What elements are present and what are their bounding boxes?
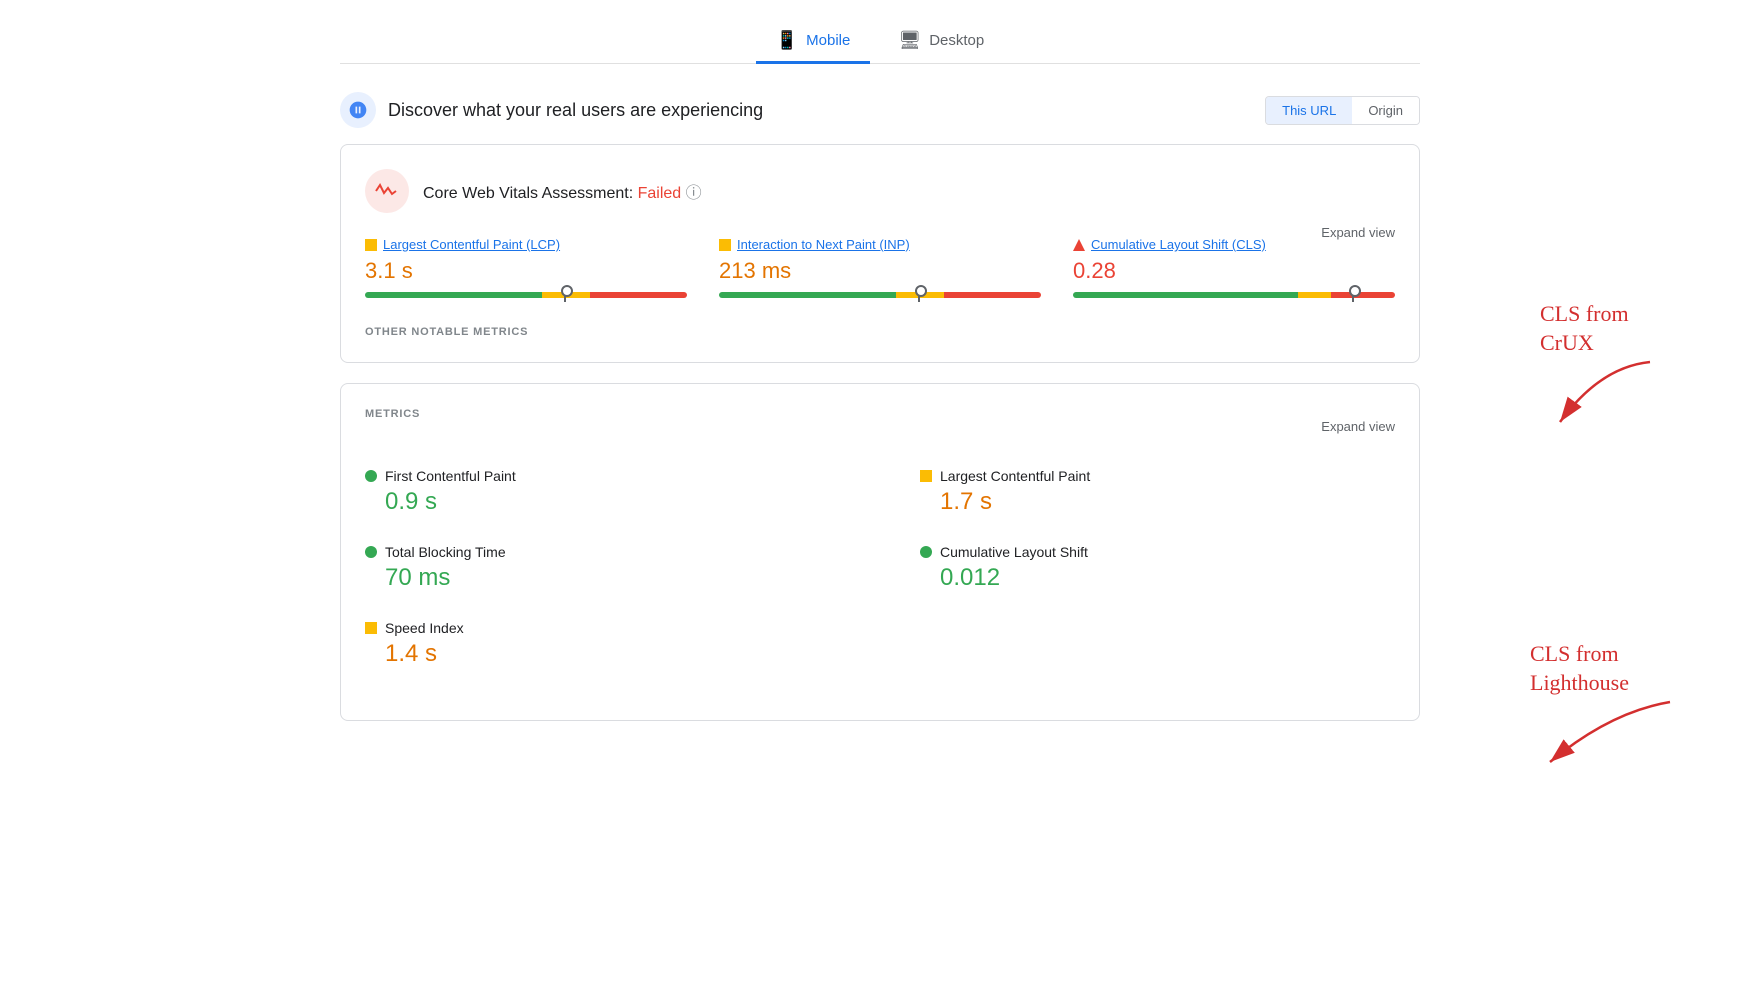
cls2-name-row: Cumulative Layout Shift (920, 544, 1395, 560)
lighthouse-arrow (1530, 697, 1680, 777)
lcp2-name-row: Largest Contentful Paint (920, 468, 1395, 484)
tbt-name: Total Blocking Time (385, 544, 506, 560)
cls2-name: Cumulative Layout Shift (940, 544, 1088, 560)
lighthouse-metrics-grid: First Contentful Paint 0.9 s Largest Con… (365, 468, 1395, 696)
metrics-card-header: METRICS (365, 408, 420, 420)
tab-desktop[interactable]: 🖥 Desktop (878, 20, 1004, 64)
lcp2-value: 1.7 s (920, 488, 1395, 516)
cls2-dot (920, 546, 932, 558)
lcp-bar (365, 292, 687, 298)
lighthouse-metrics-card: METRICS Expand view First Contentful Pai… (340, 383, 1420, 721)
section-icon (340, 92, 376, 128)
fcp-dot (365, 470, 377, 482)
tbt-value: 70 ms (365, 564, 880, 592)
lcp2-dot (920, 470, 932, 482)
cwv-status: Failed (638, 185, 682, 202)
si-dot (365, 622, 377, 634)
section-header: Discover what your real users are experi… (340, 92, 1420, 128)
section-title-row: Discover what your real users are experi… (340, 92, 763, 128)
lcp-value: 3.1 s (365, 258, 687, 284)
metrics-expand-link[interactable]: Expand view (1321, 419, 1395, 434)
cwv-header: Core Web Vitals Assessment: Failed ⓘ (365, 169, 1395, 213)
crux-annotation-text: CLS fromCrUX (1540, 300, 1660, 357)
inp-metric: Interaction to Next Paint (INP) 213 ms (719, 237, 1041, 298)
tbt-name-row: Total Blocking Time (365, 544, 880, 560)
fcp-name: First Contentful Paint (385, 468, 516, 484)
cls-value: 0.28 (1073, 258, 1395, 284)
tabs-bar: 📱 Mobile 🖥 Desktop (340, 20, 1420, 64)
fcp-entry: First Contentful Paint 0.9 s (365, 468, 880, 544)
crux-arrow (1540, 357, 1660, 437)
section-title: Discover what your real users are experi… (388, 100, 763, 121)
si-value: 1.4 s (365, 640, 880, 668)
tbt-entry: Total Blocking Time 70 ms (365, 544, 880, 620)
lighthouse-annotation-text: CLS fromLighthouse (1530, 640, 1680, 697)
desktop-icon: 🖥 (898, 30, 921, 51)
lcp2-name: Largest Contentful Paint (940, 468, 1090, 484)
si-name-row: Speed Index (365, 620, 880, 636)
annotation-crux: CLS fromCrUX (1540, 300, 1660, 437)
lcp2-entry: Largest Contentful Paint 1.7 s (880, 468, 1395, 544)
tab-desktop-label: Desktop (929, 32, 984, 49)
inp-label[interactable]: Interaction to Next Paint (INP) (719, 237, 1041, 252)
cwv-title: Core Web Vitals Assessment: Failed ⓘ (423, 179, 702, 203)
cls2-value: 0.012 (920, 564, 1395, 592)
expand-view-link[interactable]: Expand view (1321, 225, 1395, 240)
cls-metric: Cumulative Layout Shift (CLS) 0.28 (1073, 237, 1395, 298)
core-web-vitals-card: Core Web Vitals Assessment: Failed ⓘ Exp… (340, 144, 1420, 363)
lcp-label[interactable]: Largest Contentful Paint (LCP) (365, 237, 687, 252)
lcp-metric: Largest Contentful Paint (LCP) 3.1 s (365, 237, 687, 298)
mobile-icon: 📱 (776, 30, 798, 51)
cls2-entry: Cumulative Layout Shift 0.012 (880, 544, 1395, 620)
cls-bar (1073, 292, 1395, 298)
inp-value: 213 ms (719, 258, 1041, 284)
this-url-button[interactable]: This URL (1266, 97, 1352, 124)
fcp-name-row: First Contentful Paint (365, 468, 880, 484)
si-name: Speed Index (385, 620, 464, 636)
fcp-value: 0.9 s (365, 488, 880, 516)
origin-button[interactable]: Origin (1352, 97, 1419, 124)
cwv-icon (365, 169, 409, 213)
annotation-lighthouse: CLS fromLighthouse (1530, 640, 1680, 777)
help-icon[interactable]: ⓘ (686, 185, 702, 202)
inp-bar (719, 292, 1041, 298)
tab-mobile-label: Mobile (806, 32, 850, 49)
si-entry: Speed Index 1.4 s (365, 620, 880, 696)
tbt-dot (365, 546, 377, 558)
cwv-metrics-row: Largest Contentful Paint (LCP) 3.1 s (365, 237, 1395, 298)
tab-mobile[interactable]: 📱 Mobile (756, 20, 871, 64)
other-notable-label: OTHER NOTABLE METRICS (365, 326, 1395, 338)
url-origin-toggle[interactable]: This URL Origin (1265, 96, 1420, 125)
